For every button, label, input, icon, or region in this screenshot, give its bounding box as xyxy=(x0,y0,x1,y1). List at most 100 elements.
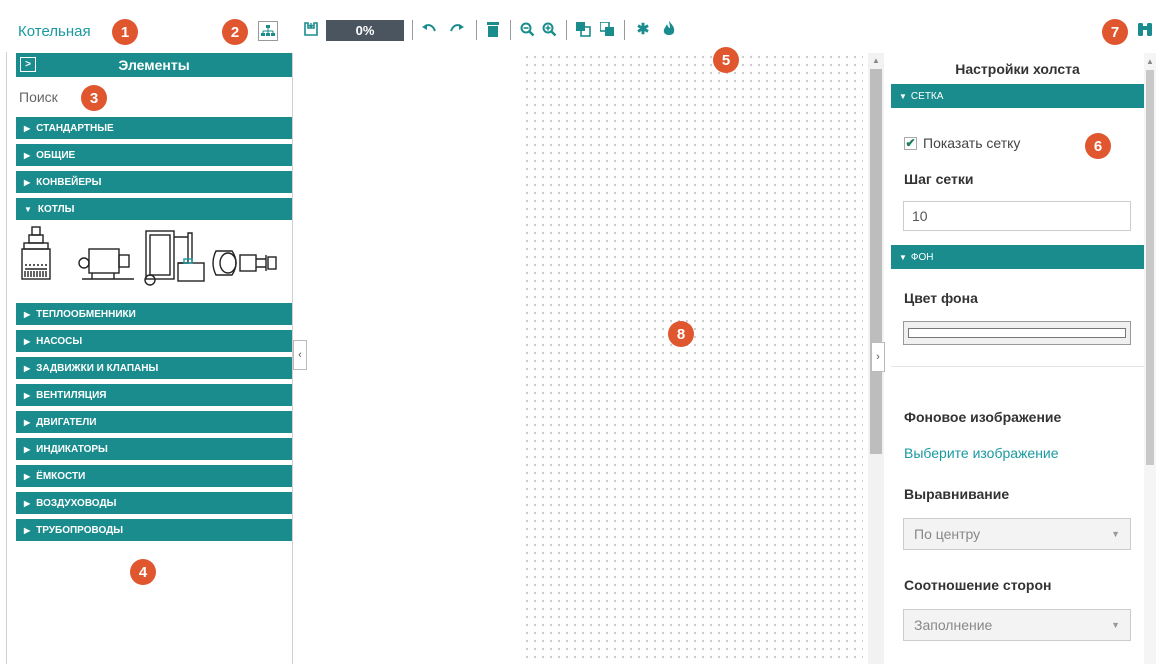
category-motors[interactable]: ▶ ДВИГАТЕЛИ xyxy=(16,411,292,433)
category-label: ВЕНТИЛЯЦИЯ xyxy=(36,389,107,401)
alignment-select[interactable]: По центру ▼ xyxy=(903,518,1131,550)
badge-3: 3 xyxy=(81,85,107,111)
toolbar-divider xyxy=(624,20,625,40)
badge-8: 8 xyxy=(668,321,694,347)
caret-down-icon: ▼ xyxy=(24,204,32,214)
background-section-header[interactable]: ▼ ФОН xyxy=(891,245,1144,269)
badge-1: 1 xyxy=(112,19,138,45)
caret-right-icon: ▶ xyxy=(24,498,31,508)
collapse-right-panel-button[interactable]: › xyxy=(871,342,885,372)
aspect-ratio-select[interactable]: Заполнение ▼ xyxy=(903,609,1131,641)
category-label: ДВИГАТЕЛИ xyxy=(36,416,97,428)
category-valves[interactable]: ▶ ЗАДВИЖКИ И КЛАПАНЫ xyxy=(16,357,292,379)
grid-section-header[interactable]: ▼ СЕТКА xyxy=(891,84,1144,108)
caret-right-icon: ▶ xyxy=(24,336,31,346)
scrollbar-thumb[interactable] xyxy=(870,69,882,454)
fire-icon[interactable] xyxy=(660,20,678,38)
category-pipelines[interactable]: ▶ ТРУБОПРОВОДЫ xyxy=(16,519,292,541)
project-name-link[interactable]: Котельная xyxy=(18,23,91,40)
category-label: КОНВЕЙЕРЫ xyxy=(36,176,102,188)
choose-image-link[interactable]: Выберите изображение xyxy=(904,445,1059,461)
category-label: ВОЗДУХОВОДЫ xyxy=(36,497,117,509)
category-label: ИНДИКАТОРЫ xyxy=(36,443,108,455)
category-pumps[interactable]: ▶ НАСОСЫ xyxy=(16,330,292,352)
boiler-icons[interactable] xyxy=(16,225,286,295)
boiler-elements-gallery xyxy=(16,225,292,297)
grid-step-input[interactable]: 10 xyxy=(903,201,1131,231)
section-label: ФОН xyxy=(910,251,934,263)
zoom-out-icon[interactable] xyxy=(518,20,536,38)
delete-icon[interactable] xyxy=(484,20,502,38)
elements-panel-header: > Элементы xyxy=(16,53,292,77)
scroll-up-icon[interactable]: ▲ xyxy=(1146,57,1154,66)
elements-panel-title: Элементы xyxy=(118,57,190,73)
caret-right-icon: ▶ xyxy=(24,123,31,133)
category-ventilation[interactable]: ▶ ВЕНТИЛЯЦИЯ xyxy=(16,384,292,406)
hierarchy-icon[interactable] xyxy=(258,21,278,41)
toolbar-divider xyxy=(476,20,477,40)
chevron-down-icon: ▼ xyxy=(1111,620,1120,630)
category-tanks[interactable]: ▶ ЁМКОСТИ xyxy=(16,465,292,487)
caret-down-icon: ▼ xyxy=(899,252,907,262)
badge-2: 2 xyxy=(222,19,248,45)
caret-right-icon: ▶ xyxy=(24,390,31,400)
caret-right-icon: ▶ xyxy=(24,150,31,160)
caret-down-icon: ▼ xyxy=(899,91,907,101)
show-grid-label: Показать сетку xyxy=(923,135,1021,151)
category-label: ТРУБОПРОВОДЫ xyxy=(36,524,124,536)
category-label: НАСОСЫ xyxy=(36,335,83,347)
category-conveyors[interactable]: ▶ КОНВЕЙЕРЫ xyxy=(16,171,292,193)
toolbar-divider xyxy=(510,20,511,40)
canvas-area[interactable] xyxy=(293,53,868,664)
bring-front-icon[interactable] xyxy=(574,20,592,38)
scrollbar-thumb[interactable] xyxy=(1146,70,1154,465)
canvas-settings-title: Настройки холста xyxy=(955,61,1080,77)
canvas-grid xyxy=(523,53,863,664)
send-back-icon[interactable] xyxy=(598,20,616,38)
badge-5: 5 xyxy=(713,47,739,73)
background-image-label: Фоновое изображение xyxy=(904,409,1062,425)
collapse-left-panel-button[interactable]: ‹ xyxy=(293,340,307,370)
toolbar-divider xyxy=(412,20,413,40)
show-grid-checkbox[interactable]: ✔ Показать сетку xyxy=(904,135,1020,151)
snowflake-icon[interactable]: ✱ xyxy=(634,20,652,38)
category-heat-exchangers[interactable]: ▶ ТЕПЛООБМЕННИКИ xyxy=(16,303,292,325)
aspect-ratio-label: Соотношение сторон xyxy=(904,577,1052,593)
progress-indicator: 0% xyxy=(326,20,404,41)
category-indicators[interactable]: ▶ ИНДИКАТОРЫ xyxy=(16,438,292,460)
zoom-in-icon[interactable] xyxy=(540,20,558,38)
alignment-value: По центру xyxy=(914,526,981,542)
chevron-down-icon: ▼ xyxy=(1111,529,1120,539)
badge-4: 4 xyxy=(130,559,156,585)
elements-search-input[interactable]: Поиск xyxy=(16,77,292,117)
caret-right-icon: ▶ xyxy=(24,525,31,535)
background-color-label: Цвет фона xyxy=(904,290,978,306)
scroll-up-icon[interactable]: ▲ xyxy=(872,56,880,65)
category-label: ТЕПЛООБМЕННИКИ xyxy=(36,308,136,320)
category-air-ducts[interactable]: ▶ ВОЗДУХОВОДЫ xyxy=(16,492,292,514)
category-label: КОТЛЫ xyxy=(37,203,75,215)
category-boilers[interactable]: ▼ КОТЛЫ xyxy=(16,198,292,220)
caret-right-icon: ▶ xyxy=(24,177,31,187)
category-common[interactable]: ▶ ОБЩИЕ xyxy=(16,144,292,166)
category-standard[interactable]: ▶ СТАНДАРТНЫЕ xyxy=(16,117,292,139)
redo-icon[interactable] xyxy=(448,20,466,38)
background-color-picker[interactable] xyxy=(903,321,1131,345)
undo-icon[interactable] xyxy=(420,20,438,38)
section-divider xyxy=(891,366,1144,367)
aspect-ratio-value: Заполнение xyxy=(914,617,993,633)
caret-right-icon: ▶ xyxy=(24,444,31,454)
binoculars-icon[interactable] xyxy=(1136,20,1154,38)
caret-right-icon: ▶ xyxy=(24,471,31,481)
toolbar-divider xyxy=(566,20,567,40)
save-icon[interactable] xyxy=(302,20,320,38)
badge-6: 6 xyxy=(1085,133,1111,159)
badge-7: 7 xyxy=(1102,19,1128,45)
settings-scrollbar[interactable]: ▲ xyxy=(1144,53,1156,664)
category-label: ЁМКОСТИ xyxy=(36,470,86,482)
checkmark-icon: ✔ xyxy=(904,136,917,150)
caret-right-icon: ▶ xyxy=(24,309,31,319)
grid-step-label: Шаг сетки xyxy=(904,171,974,187)
color-swatch xyxy=(908,328,1126,338)
category-label: СТАНДАРТНЫЕ xyxy=(36,122,114,134)
